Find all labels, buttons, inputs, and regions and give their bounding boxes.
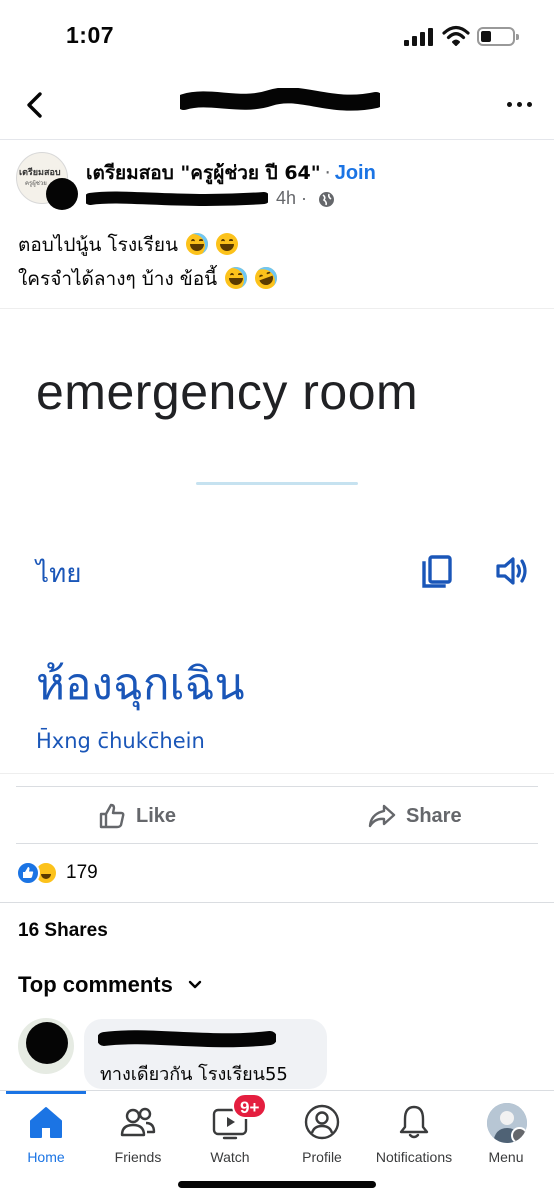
translated-text: ห้องฉุกเฉิน	[36, 659, 245, 710]
home-icon	[30, 1107, 62, 1138]
signal-bars-icon	[404, 28, 434, 46]
top-comments-label: Top comments	[18, 972, 173, 997]
comment-bubble[interactable]: ทางเดียวกัน โรงเรียน55	[84, 1019, 327, 1089]
redacted-author-avatar[interactable]	[46, 178, 78, 210]
tab-watch[interactable]: 9+ Watch	[184, 1093, 276, 1169]
chevron-down-icon	[188, 980, 202, 989]
tab-menu[interactable]: Menu	[460, 1099, 552, 1169]
home-indicator	[178, 1181, 376, 1188]
top-comments-filter[interactable]: Top comments	[18, 972, 203, 998]
tears-of-joy-emoji-icon	[225, 267, 248, 289]
tab-friends[interactable]: Friends	[92, 1099, 184, 1169]
tears-of-joy-emoji-icon	[186, 233, 208, 255]
group-name-line: เตรียมสอบ "ครูผู้ช่วย ปี 64" · Join	[86, 158, 376, 188]
thumbs-up-icon	[99, 803, 125, 829]
watch-badge: 9+	[232, 1093, 268, 1119]
chevron-left-icon[interactable]	[20, 90, 50, 120]
tab-menu-label: Menu	[488, 1149, 524, 1165]
status-time: 1:07	[66, 22, 115, 48]
nav-header	[0, 70, 554, 140]
share-button[interactable]: Share	[368, 787, 462, 845]
menu-avatar-icon	[487, 1103, 527, 1143]
separator: ·	[324, 162, 331, 184]
battery-icon	[477, 27, 519, 46]
group-avatar-subtext: ครูผู้ช่วย	[25, 180, 47, 187]
comment-text: ทางเดียวกัน โรงเรียน55	[100, 1064, 288, 1085]
group-avatar-text: เตรียมสอบ	[19, 168, 61, 178]
comment-avatar[interactable]	[18, 1018, 74, 1074]
speaker-icon	[496, 557, 527, 585]
grinning-squint-emoji-icon	[216, 233, 239, 255]
bell-icon	[399, 1105, 429, 1139]
tab-profile[interactable]: Profile	[276, 1099, 368, 1169]
wifi-icon	[442, 25, 470, 46]
reaction-count: 179	[66, 862, 98, 883]
join-button[interactable]: Join	[335, 162, 376, 184]
source-text: emergency room	[36, 364, 419, 420]
bottom-tab-bar: Home Friends 9+ Watch Profile Notificati…	[0, 1090, 554, 1200]
post-actions-bar: Like Share	[16, 786, 538, 844]
post-meta: 4h ·	[86, 188, 346, 212]
share-label: Share	[406, 804, 462, 827]
profile-icon	[304, 1104, 340, 1140]
copy-icon	[422, 555, 452, 588]
redacted-comment-author[interactable]	[98, 1029, 276, 1049]
shares-count[interactable]: 16 Shares	[18, 920, 108, 942]
target-language-label: ไทย	[36, 559, 82, 589]
globe-icon	[319, 192, 334, 207]
post-time[interactable]: 4h ·	[276, 188, 307, 209]
post-image-translation[interactable]: emergency room ไทย ห้องฉุกเฉิน H̄xng c̄h…	[0, 308, 554, 774]
redacted-page-title	[180, 88, 380, 111]
friends-icon	[120, 1107, 156, 1137]
like-button[interactable]: Like	[98, 787, 176, 845]
tab-home[interactable]: Home	[0, 1099, 92, 1169]
more-options-button[interactable]	[505, 92, 535, 116]
tab-notifications[interactable]: Notifications	[368, 1099, 460, 1169]
reactions-summary[interactable]: 179	[16, 858, 98, 888]
caption-line-1: ตอบไปนู้น โรงเรียน	[18, 228, 277, 262]
divider	[0, 902, 554, 903]
like-reaction-icon	[16, 861, 40, 885]
group-name-link[interactable]: เตรียมสอบ "ครูผู้ช่วย ปี 64"	[86, 162, 321, 184]
divider-line	[196, 482, 358, 485]
rofl-emoji-icon	[252, 263, 281, 293]
transliteration-text: H̄xng c̄hukc̄hein	[36, 729, 205, 753]
caption-line-2: ใครจำได้ลางๆ บ้าง ข้อนี้	[18, 262, 281, 296]
status-bar: 1:07	[0, 0, 554, 70]
post-caption: ตอบไปนู้น โรงเรียน ใครจำได้ลางๆ บ้าง ข้อ…	[18, 228, 281, 296]
redacted-author-name[interactable]	[86, 190, 268, 208]
post-header: เตรียมสอบ ครูผู้ช่วย เตรียมสอบ "ครูผู้ช่…	[0, 150, 554, 216]
active-tab-indicator	[6, 1091, 86, 1094]
like-label: Like	[136, 804, 177, 827]
share-arrow-icon	[368, 804, 396, 828]
